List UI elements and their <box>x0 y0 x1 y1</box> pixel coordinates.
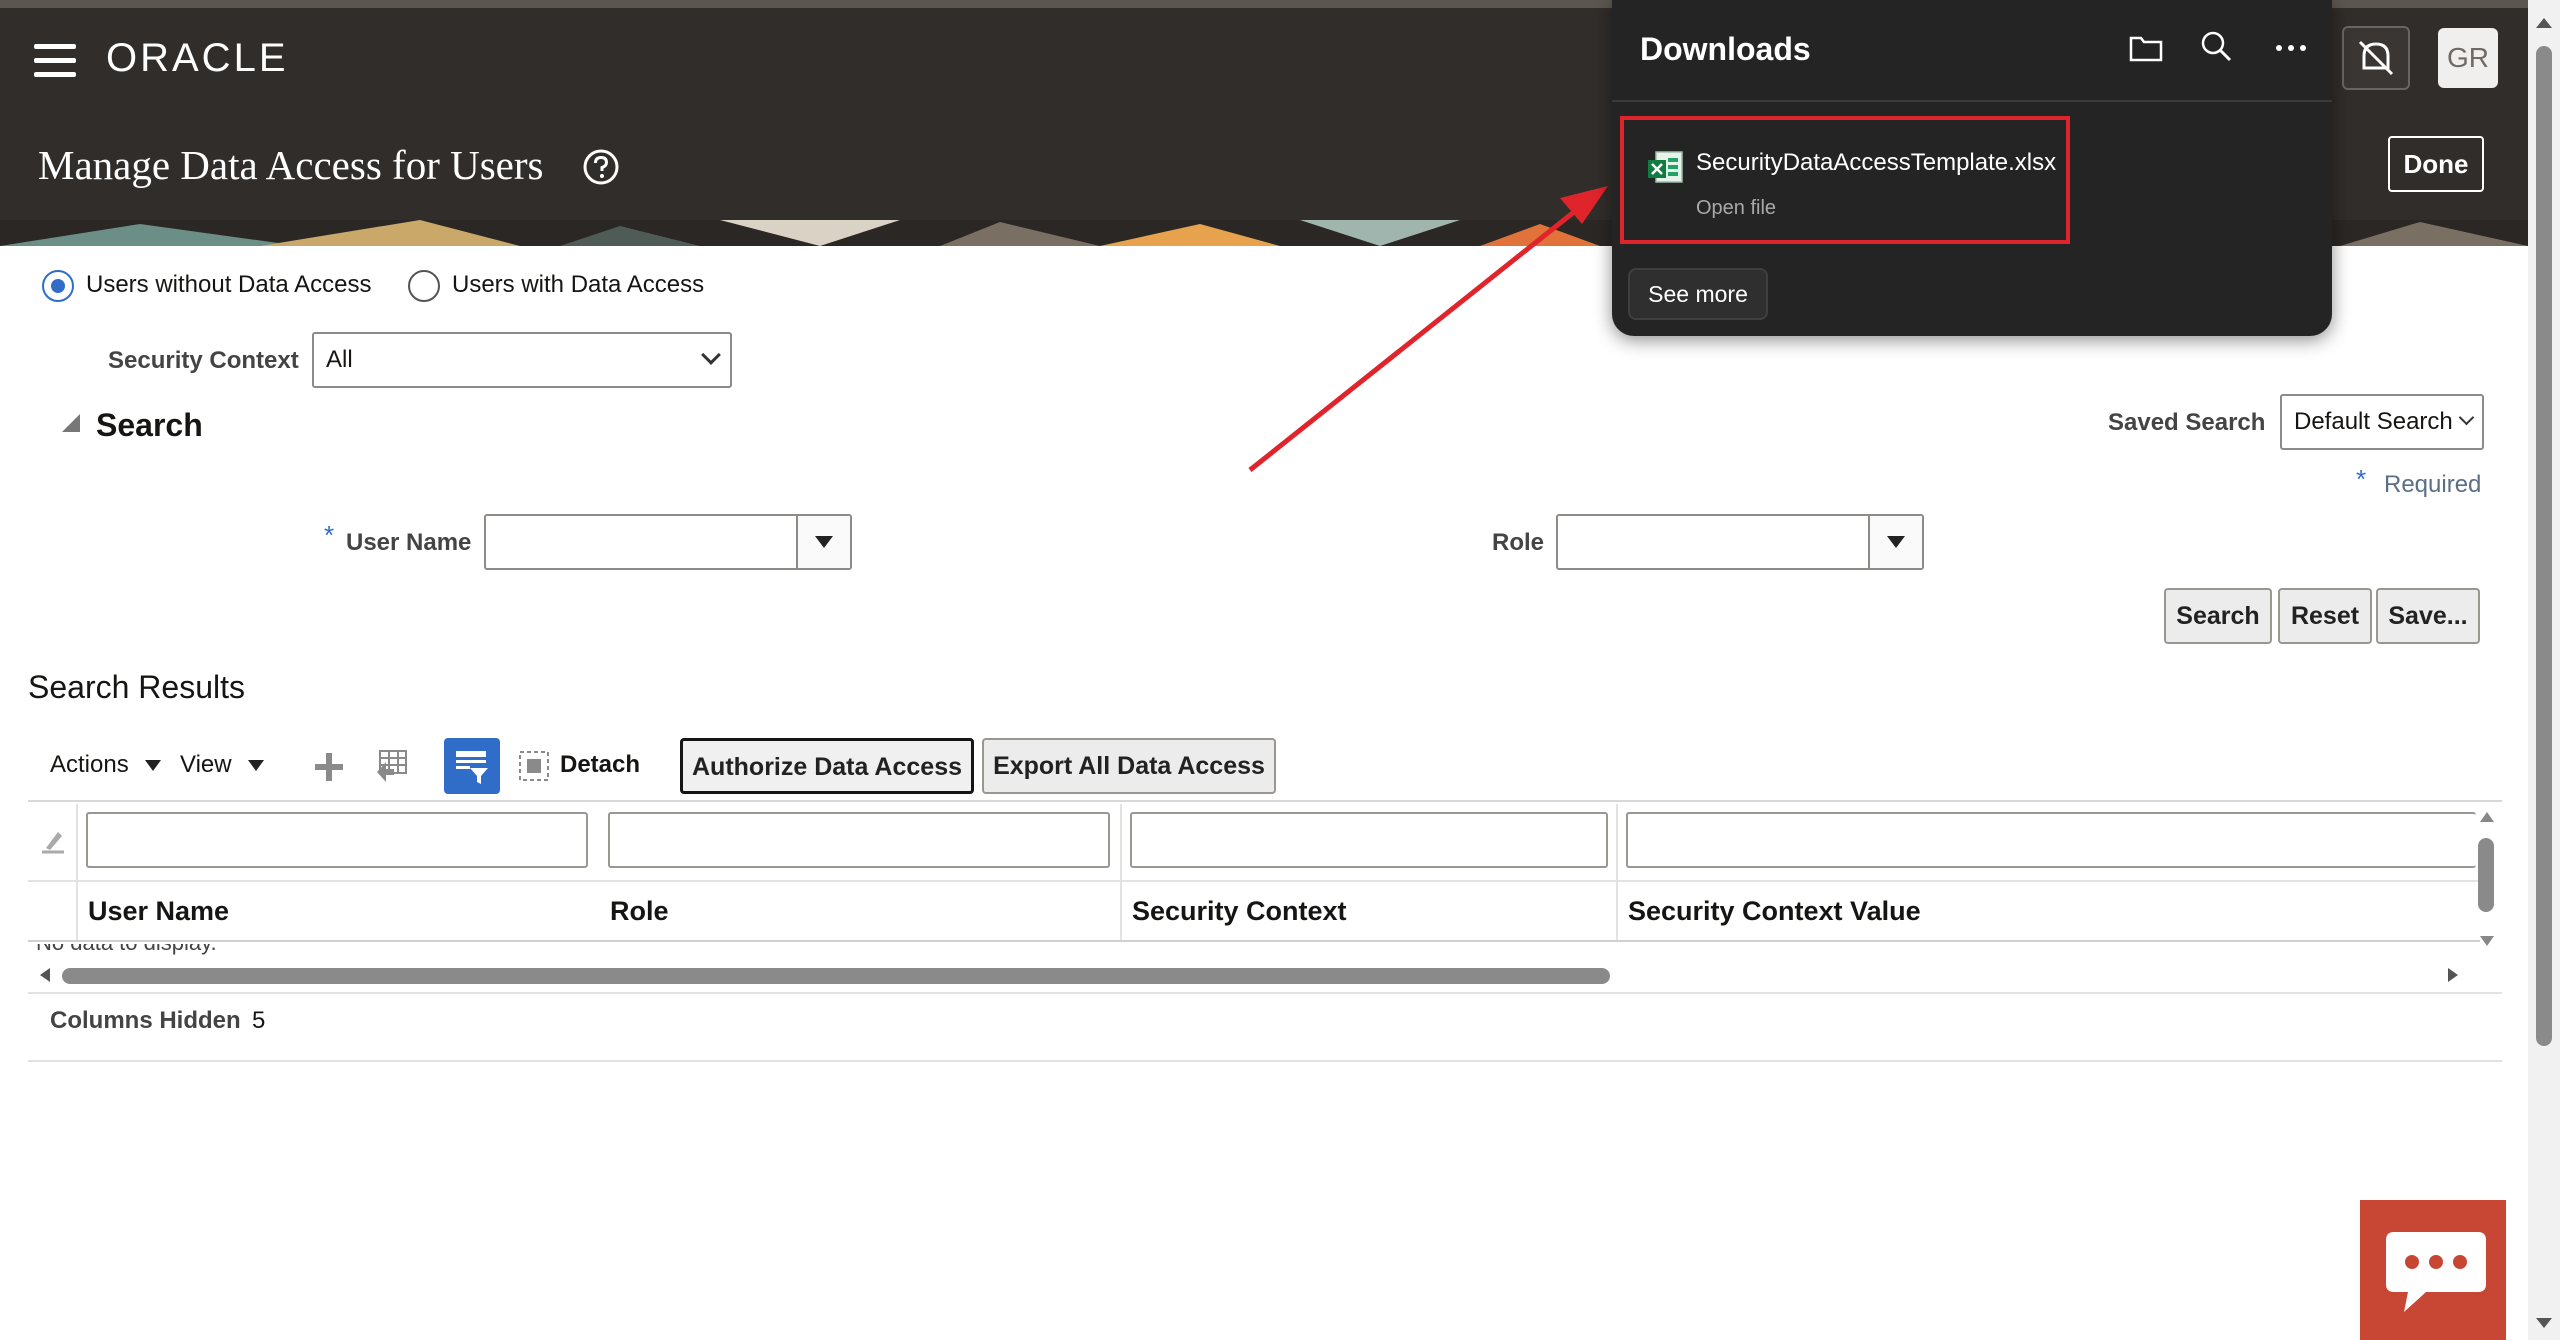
oracle-logo[interactable]: ORACLE <box>106 36 289 80</box>
bell-off-icon <box>2358 40 2394 76</box>
column-header-security-context-value[interactable]: Security Context Value <box>1628 896 1921 927</box>
view-menu[interactable]: View <box>180 750 265 780</box>
scroll-up-icon[interactable] <box>2536 18 2552 28</box>
filter-user-name-input[interactable] <box>86 812 588 868</box>
radio-users-with-access[interactable] <box>408 270 440 302</box>
downloads-title: Downloads <box>1640 31 1811 67</box>
table-scroll-up-icon[interactable] <box>2480 812 2494 822</box>
role-label: Role <box>1492 529 1545 556</box>
required-marker: * <box>2356 464 2367 494</box>
user-name-dropdown-button[interactable] <box>796 516 850 568</box>
columns-hidden-label: Columns Hidden <box>50 1007 241 1034</box>
saved-search-label: Saved Search <box>2108 409 2266 436</box>
notifications-off-button[interactable] <box>2342 26 2410 90</box>
table-column-divider <box>76 804 78 942</box>
search-icon[interactable] <box>2200 30 2234 64</box>
folder-icon[interactable] <box>2128 32 2164 64</box>
security-context-label: Security Context <box>108 347 299 374</box>
download-file-name[interactable]: SecurityDataAccessTemplate.xlsx <box>1696 148 2056 178</box>
add-icon[interactable] <box>312 750 346 784</box>
required-label: Required <box>2384 471 2482 498</box>
table-header-bottom-divider <box>28 940 2480 942</box>
table-scroll-right-icon[interactable] <box>2448 968 2458 982</box>
chat-bubble-icon <box>2386 1232 2486 1312</box>
download-item[interactable]: SecurityDataAccessTemplate.xlsx Open fil… <box>1620 116 2070 244</box>
table-header-divider <box>28 880 2480 882</box>
no-data-clip: No data to display. <box>32 944 532 956</box>
page-title: Manage Data Access for Users <box>38 142 544 188</box>
collapse-triangle-icon[interactable] <box>60 412 82 434</box>
results-bottom-divider <box>28 1060 2502 1062</box>
filter-role-input[interactable] <box>608 812 1110 868</box>
downloads-divider <box>1612 100 2332 102</box>
role-combobox[interactable] <box>1556 514 1924 570</box>
chevron-down-icon <box>2458 409 2475 426</box>
query-by-example-button[interactable] <box>444 738 500 794</box>
search-heading: Search <box>96 407 203 443</box>
open-file-link[interactable]: Open file <box>1696 196 1776 220</box>
save-search-button[interactable]: Save... <box>2376 588 2480 644</box>
role-dropdown-button[interactable] <box>1868 516 1922 568</box>
table-column-divider <box>1616 804 1618 942</box>
table-scroll-down-icon[interactable] <box>2480 936 2494 946</box>
downloads-panel: Downloads SecurityDataAccessTemplate.xls… <box>1612 0 2332 336</box>
page-scrollbar-thumb[interactable] <box>2536 46 2552 1046</box>
columns-hidden-count: 5 <box>252 1007 266 1034</box>
dropdown-arrow-icon <box>815 536 833 548</box>
user-name-label: User Name <box>346 529 472 556</box>
actions-menu[interactable]: Actions <box>50 750 162 780</box>
reset-button[interactable]: Reset <box>2278 588 2372 644</box>
radio-users-without-access[interactable] <box>42 270 74 302</box>
radio-users-without-access-label[interactable]: Users without Data Access <box>86 270 371 300</box>
caret-down-icon <box>248 760 265 772</box>
help-icon[interactable] <box>582 148 620 186</box>
user-name-required-marker: * <box>324 520 335 550</box>
table-scroll-left-icon[interactable] <box>40 968 50 982</box>
see-more-button[interactable]: See more <box>1628 268 1768 320</box>
detach-label: Detach <box>560 751 641 778</box>
page-scrollbar[interactable] <box>2528 0 2560 1340</box>
table-footer-divider <box>28 992 2502 994</box>
scroll-down-icon[interactable] <box>2536 1318 2552 1328</box>
table-vscroll-thumb[interactable] <box>2478 838 2494 912</box>
security-context-value: All <box>326 346 353 373</box>
filter-table-icon <box>456 751 488 784</box>
table-column-divider <box>1120 804 1122 942</box>
search-button[interactable]: Search <box>2164 588 2272 644</box>
chat-button[interactable] <box>2360 1200 2506 1340</box>
done-button[interactable]: Done <box>2388 136 2484 192</box>
view-menu-label: View <box>180 751 232 778</box>
column-header-user-name[interactable]: User Name <box>88 896 229 927</box>
security-context-select[interactable]: All <box>312 332 732 388</box>
excel-file-icon <box>1648 151 1683 183</box>
export-all-data-access-button[interactable]: Export All Data Access <box>982 738 1276 794</box>
actions-menu-label: Actions <box>50 751 129 778</box>
table-hscroll-thumb[interactable] <box>62 968 1610 984</box>
clear-filter-icon[interactable] <box>38 826 68 856</box>
filter-security-context-value-input[interactable] <box>1626 812 2476 868</box>
detach-icon <box>519 751 549 781</box>
detach-button[interactable]: Detach <box>518 748 648 784</box>
freeze-columns-icon[interactable] <box>374 748 410 784</box>
chevron-down-icon <box>701 345 721 365</box>
dropdown-arrow-icon <box>1887 536 1905 548</box>
filter-security-context-input[interactable] <box>1130 812 1608 868</box>
more-options-icon[interactable] <box>2274 42 2308 54</box>
radio-users-with-access-label[interactable]: Users with Data Access <box>452 270 704 300</box>
column-header-security-context[interactable]: Security Context <box>1132 896 1347 927</box>
saved-search-select[interactable]: Default Search <box>2280 394 2484 450</box>
caret-down-icon <box>145 760 162 772</box>
saved-search-value: Default Search <box>2294 408 2453 435</box>
no-data-message: No data to display. <box>36 944 217 956</box>
user-avatar[interactable]: GR <box>2438 28 2498 88</box>
authorize-data-access-button[interactable]: Authorize Data Access <box>680 738 974 794</box>
menu-icon[interactable] <box>34 44 76 78</box>
user-name-combobox[interactable] <box>484 514 852 570</box>
search-results-heading: Search Results <box>28 669 245 705</box>
column-header-role[interactable]: Role <box>610 896 669 927</box>
